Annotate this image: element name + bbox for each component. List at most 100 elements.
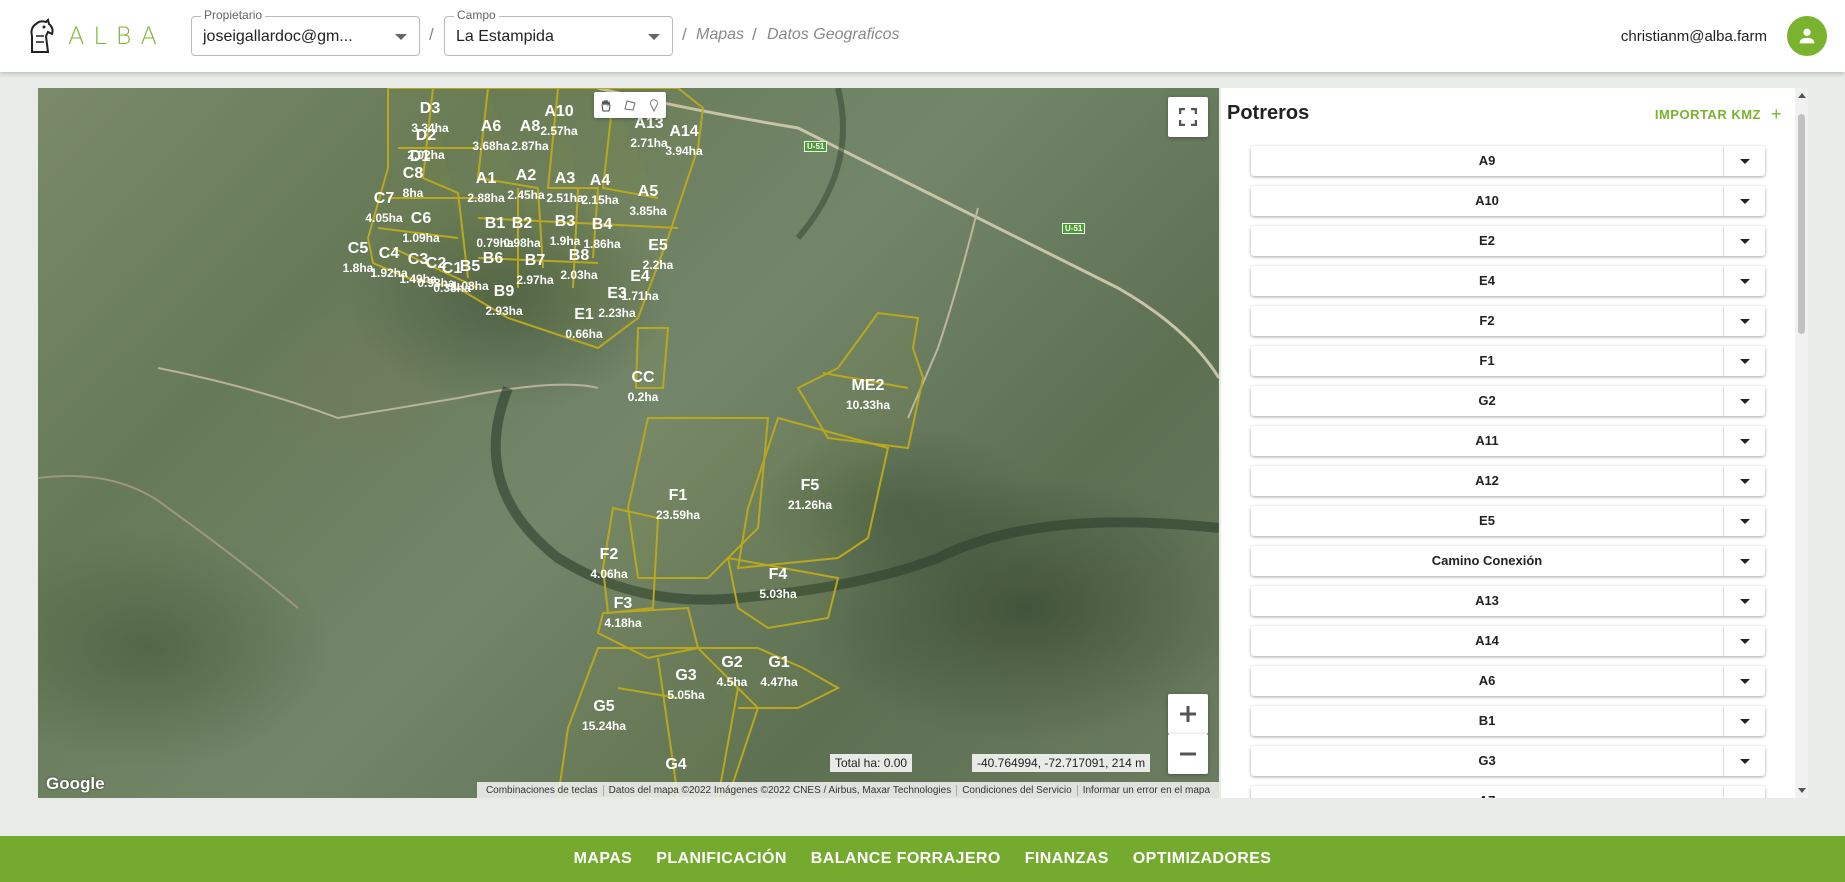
row-dropdown-button[interactable] <box>1723 706 1765 736</box>
paddock-label-a5[interactable]: A5 <box>638 183 659 200</box>
nav-mapas[interactable]: MAPAS <box>562 850 645 868</box>
paddock-label-d2[interactable]: D2 <box>416 127 437 144</box>
paddock-label-b9[interactable]: B9 <box>494 283 515 300</box>
paddock-label-g3[interactable]: G3 <box>675 667 696 684</box>
paddock-label-c7[interactable]: C7 <box>374 190 395 207</box>
nav-planificacion[interactable]: PLANIFICACIÓN <box>644 850 799 868</box>
paddock-row[interactable]: G2 <box>1251 386 1765 416</box>
paddock-name[interactable]: A10 <box>1251 186 1723 216</box>
row-dropdown-button[interactable] <box>1723 666 1765 696</box>
paddock-label-g4[interactable]: G4 <box>665 756 686 773</box>
paddock-name[interactable]: A14 <box>1251 626 1723 656</box>
paddock-name[interactable]: B1 <box>1251 706 1723 736</box>
paddock-label-e4[interactable]: E4 <box>630 268 650 285</box>
paddock-row[interactable]: E2 <box>1251 226 1765 256</box>
paddock-row[interactable]: E4 <box>1251 266 1765 296</box>
row-dropdown-button[interactable] <box>1723 746 1765 776</box>
paddock-name[interactable]: A11 <box>1251 426 1723 456</box>
row-dropdown-button[interactable] <box>1723 146 1765 176</box>
paddock-label-g5[interactable]: G5 <box>593 698 614 715</box>
marker-pin-icon[interactable] <box>642 92 666 118</box>
paddock-label-c6[interactable]: C6 <box>411 210 432 227</box>
scroll-down-icon[interactable] <box>1798 788 1806 793</box>
paddock-name[interactable]: E4 <box>1251 266 1723 296</box>
paddock-label-g2[interactable]: G2 <box>721 654 742 671</box>
paddock-label-me2[interactable]: ME2 <box>852 377 885 394</box>
paddock-label-d3[interactable]: D3 <box>420 100 441 117</box>
alba-logo[interactable]: ALBA <box>24 18 166 54</box>
panel-scrollbar[interactable] <box>1795 88 1808 798</box>
hand-pan-icon[interactable] <box>594 92 618 118</box>
paddock-name[interactable]: E2 <box>1251 226 1723 256</box>
paddock-label-b4[interactable]: B4 <box>592 216 613 233</box>
scroll-up-icon[interactable] <box>1798 93 1806 98</box>
row-dropdown-button[interactable] <box>1723 266 1765 296</box>
paddock-label-d1[interactable]: D1 <box>410 148 431 165</box>
paddock-label-b7[interactable]: B7 <box>525 252 546 269</box>
paddock-label-a3[interactable]: A3 <box>555 170 576 187</box>
paddock-name[interactable]: A13 <box>1251 586 1723 616</box>
import-kmz-button[interactable]: IMPORTAR KMZ + <box>1655 104 1782 125</box>
paddock-label-b5[interactable]: B5 <box>460 258 481 275</box>
paddock-label-f4[interactable]: F4 <box>769 566 788 583</box>
row-dropdown-button[interactable] <box>1723 786 1765 798</box>
paddock-label-f5[interactable]: F5 <box>801 477 820 494</box>
paddock-row[interactable]: A11 <box>1251 426 1765 456</box>
paddock-label-f3[interactable]: F3 <box>614 595 633 612</box>
paddock-label-g1[interactable]: G1 <box>768 654 789 671</box>
paddock-row[interactable]: A12 <box>1251 466 1765 496</box>
nav-finanzas[interactable]: FINANZAS <box>1013 850 1121 868</box>
paddock-label-f1[interactable]: F1 <box>669 487 688 504</box>
paddock-label-b8[interactable]: B8 <box>569 247 590 264</box>
paddock-row[interactable]: F2 <box>1251 306 1765 336</box>
paddock-label-a8[interactable]: A8 <box>520 118 541 135</box>
nav-balance-forrajero[interactable]: BALANCE FORRAJERO <box>799 850 1013 868</box>
paddock-label-b6[interactable]: B6 <box>483 250 504 267</box>
draw-polygon-icon[interactable] <box>618 92 642 118</box>
paddock-label-a6[interactable]: A6 <box>481 118 502 135</box>
satellite-map[interactable]: D3 3.34ha D2 2.02ha D1 A6 3.68ha A8 2.87ha A10 2.5… <box>38 88 1219 798</box>
paddock-row[interactable]: B1 <box>1251 706 1765 736</box>
report-error-link[interactable]: Informar un error en el mapa <box>1076 784 1215 796</box>
paddock-label-e5[interactable]: E5 <box>648 237 668 254</box>
paddock-label-a4[interactable]: A4 <box>590 172 611 189</box>
paddock-label-b1[interactable]: B1 <box>485 215 506 232</box>
paddock-label-a2[interactable]: A2 <box>516 167 537 184</box>
terms-link[interactable]: Condiciones del Servicio <box>956 784 1077 796</box>
breadcrumb-mapas[interactable]: Mapas <box>696 26 744 44</box>
nav-optimizadores[interactable]: OPTIMIZADORES <box>1121 850 1284 868</box>
paddock-row[interactable]: E5 <box>1251 506 1765 536</box>
user-avatar[interactable] <box>1787 16 1827 56</box>
paddock-row[interactable]: F1 <box>1251 346 1765 376</box>
paddock-name[interactable]: G2 <box>1251 386 1723 416</box>
zoom-in-button[interactable] <box>1168 694 1208 734</box>
row-dropdown-button[interactable] <box>1723 226 1765 256</box>
keyboard-shortcuts-link[interactable]: Combinaciones de teclas <box>481 785 603 796</box>
paddock-name[interactable]: G3 <box>1251 746 1723 776</box>
paddock-label-e1[interactable]: E1 <box>574 306 594 323</box>
paddock-row[interactable]: A14 <box>1251 626 1765 656</box>
paddock-label-c5[interactable]: C5 <box>348 240 369 257</box>
paddock-row[interactable]: A7 <box>1251 786 1765 798</box>
paddock-label-e3[interactable]: E3 <box>607 285 627 302</box>
paddock-name[interactable]: E5 <box>1251 506 1723 536</box>
row-dropdown-button[interactable] <box>1723 586 1765 616</box>
paddock-label-a10[interactable]: A10 <box>544 103 573 120</box>
paddock-label-f2[interactable]: F2 <box>600 546 619 563</box>
row-dropdown-button[interactable] <box>1723 346 1765 376</box>
paddock-row[interactable]: A13 <box>1251 586 1765 616</box>
paddock-label-b2[interactable]: B2 <box>512 215 533 232</box>
owner-select[interactable]: Propietario joseigallardoc@gm... <box>191 8 420 56</box>
scroll-thumb[interactable] <box>1798 114 1805 334</box>
row-dropdown-button[interactable] <box>1723 306 1765 336</box>
paddock-label-c8[interactable]: C8 <box>403 165 424 182</box>
paddock-row[interactable]: Camino Conexión <box>1251 546 1765 576</box>
field-select[interactable]: Campo La Estampida <box>444 8 673 56</box>
paddock-name[interactable]: Camino Conexión <box>1251 546 1723 576</box>
paddock-row[interactable]: A10 <box>1251 186 1765 216</box>
paddock-label-a1[interactable]: A1 <box>476 170 497 187</box>
paddock-row[interactable]: G3 <box>1251 746 1765 776</box>
paddock-label-c4[interactable]: C4 <box>379 245 400 262</box>
row-dropdown-button[interactable] <box>1723 426 1765 456</box>
row-dropdown-button[interactable] <box>1723 626 1765 656</box>
